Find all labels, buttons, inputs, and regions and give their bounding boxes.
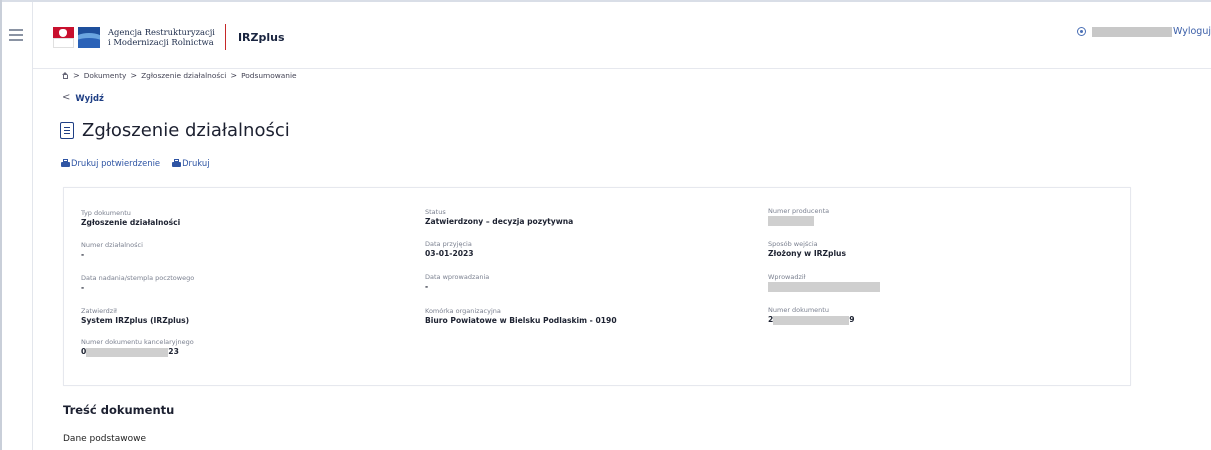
breadcrumb-separator: > (130, 71, 138, 80)
field-label: Data przyjęcia (425, 240, 472, 248)
breadcrumb-separator: > (73, 71, 80, 80)
app-name: IRZplus (237, 30, 285, 44)
field-label: Data wprowadzania (425, 273, 490, 281)
poland-emblem-logo (53, 26, 74, 48)
field-value (768, 282, 880, 292)
field-numer-dokumentu: Numer dokumentu 29 (768, 306, 855, 325)
field-label: Numer dokumentu (768, 306, 829, 314)
breadcrumb-item-podsumowanie: Podsumowanie (241, 71, 297, 80)
status-value: Zatwierdzony – decyzja pozytywna (425, 217, 574, 226)
user-name-redacted (1092, 26, 1172, 37)
field-wprowadzil: Wprowadził (768, 273, 880, 292)
field-zatwierdzil: Zatwierdził System IRZplus (IRZplus) (81, 307, 189, 326)
document-details-card: Typ dokumentu Zgłoszenie działalności Nu… (63, 187, 1131, 386)
field-data-przyjecia: Data przyjęcia 03-01-2023 (425, 240, 474, 259)
actions-bar: Drukuj potwierdzenie Drukuj (61, 158, 210, 168)
menu-icon[interactable] (9, 29, 23, 44)
field-value: 29 (768, 315, 855, 325)
agency-name-line2: i Modernizacji Rolnictwa (108, 37, 214, 47)
field-sposob-wejscia: Sposób wejścia Złożony w IRZplus (768, 240, 846, 259)
field-numer-producenta: Numer producenta (768, 207, 829, 226)
agency-name-line1: Agencja Restrukturyzacji (108, 27, 215, 37)
print-confirmation-button[interactable]: Drukuj potwierdzenie (71, 158, 160, 168)
header-divider (224, 24, 226, 50)
field-value: 0 23 (81, 347, 194, 357)
subsection-title: Dane podstawowe (63, 434, 146, 444)
field-value: Zgłoszenie działalności (81, 218, 181, 227)
page-title-row: Zgłoszenie działalności (60, 120, 290, 141)
print-button[interactable]: Drukuj (182, 158, 209, 168)
home-icon[interactable] (61, 71, 69, 80)
breadcrumb-item-zgloszenie[interactable]: Zgłoszenie działalności (141, 71, 226, 80)
field-value: Biuro Powiatowe w Bielsku Podlaskim - 01… (425, 316, 617, 325)
field-value: 03-01-2023 (425, 249, 474, 258)
printer-icon[interactable] (172, 159, 182, 167)
field-data-wprowadzania: Data wprowadzania - (425, 273, 489, 292)
breadcrumb-separator: > (230, 71, 238, 80)
breadcrumb: > Dokumenty > Zgłoszenie działalności > … (61, 71, 297, 80)
arimr-logo (78, 26, 100, 48)
field-komorka-organizacyjna: Komórka organizacyjna Biuro Powiatowe w … (425, 307, 617, 326)
user-icon (1077, 27, 1086, 36)
field-numer-kancelaryjny: Numer dokumentu kancelaryjnego 0 23 (81, 338, 194, 357)
field-value: - (81, 250, 85, 259)
field-typ-dokumentu: Typ dokumentu Zgłoszenie działalności (81, 209, 180, 228)
redacted-block (773, 315, 850, 325)
field-label: Zatwierdził (81, 307, 117, 315)
redacted-block (768, 216, 814, 226)
value-suffix: 23 (168, 347, 179, 356)
left-rail (0, 2, 33, 450)
field-label: Numer producenta (768, 207, 830, 215)
user-area: Wyloguj (1077, 26, 1211, 37)
page-title: Zgłoszenie działalności (82, 120, 290, 141)
back-label[interactable]: Wyjdź (75, 93, 103, 103)
field-label: Status (425, 208, 446, 216)
field-label: Wprowadził (768, 273, 806, 281)
field-value (768, 216, 829, 226)
field-numer-dzialalnosci: Numer działalności - (81, 241, 143, 260)
field-label: Data nadania/stempla pocztowego (81, 274, 195, 282)
logo-group[interactable]: Agencja Restrukturyzacji i Modernizacji … (53, 24, 285, 50)
breadcrumb-item-dokumenty[interactable]: Dokumenty (84, 71, 127, 80)
field-value: Złożony w IRZplus (768, 249, 846, 258)
field-label: Numer działalności (81, 241, 143, 249)
value-suffix: 9 (849, 315, 855, 324)
redacted-block (768, 282, 880, 292)
field-status: Status Zatwierdzony – decyzja pozytywna (425, 208, 573, 227)
field-label: Typ dokumentu (81, 209, 131, 217)
field-label: Sposób wejścia (768, 240, 818, 248)
field-value: - (425, 282, 429, 291)
printer-icon[interactable] (61, 159, 70, 167)
field-label: Numer dokumentu kancelaryjnego (81, 338, 194, 346)
top-header: Agencja Restrukturyzacji i Modernizacji … (33, 2, 1211, 69)
window-left-border (0, 0, 2, 450)
field-label: Komórka organizacyjna (425, 307, 501, 315)
logout-link[interactable]: Wyloguj (1173, 26, 1211, 37)
agency-name: Agencja Restrukturyzacji i Modernizacji … (108, 27, 215, 47)
redacted-block (86, 347, 169, 357)
field-value: System IRZplus (IRZplus) (81, 316, 190, 325)
section-title: Treść dokumentu (63, 403, 175, 417)
field-data-nadania: Data nadania/stempla pocztowego - (81, 274, 194, 293)
field-value: - (81, 283, 85, 292)
document-icon (60, 122, 74, 139)
back-link[interactable]: < Wyjdź (62, 92, 104, 103)
chevron-left-icon: < (62, 92, 71, 103)
